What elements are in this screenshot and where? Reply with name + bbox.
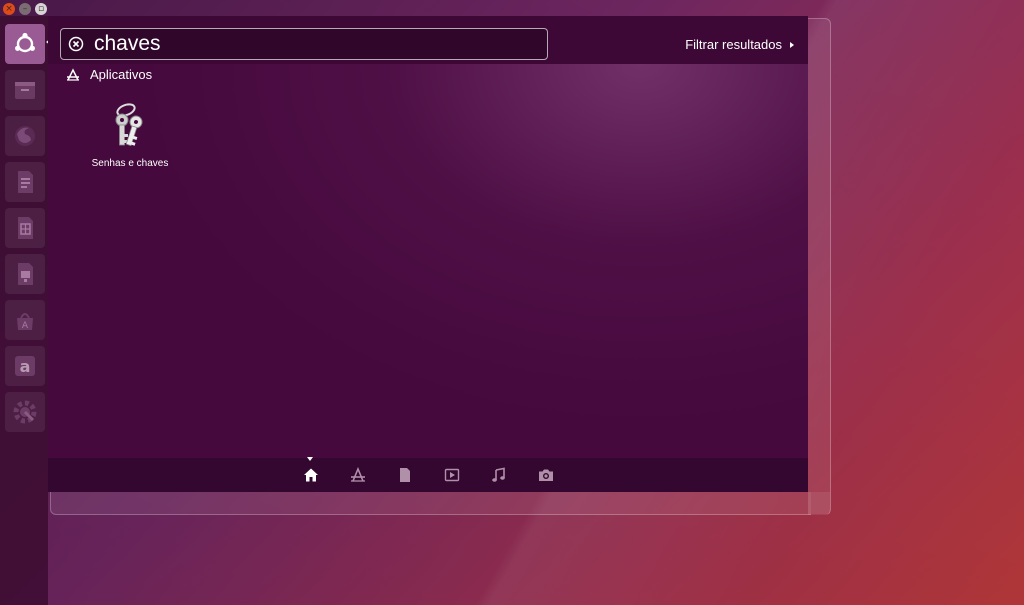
minimize-window-button[interactable]: – <box>19 3 31 15</box>
launcher-item-impress[interactable] <box>5 254 45 294</box>
filter-results-label: Filtrar resultados <box>685 37 782 52</box>
ubuntu-logo-icon <box>15 32 35 53</box>
applications-category-icon <box>67 67 79 81</box>
keys-icon <box>115 103 143 147</box>
category-header-applications: Aplicativos <box>66 67 152 82</box>
minimize-icon: – <box>22 4 28 14</box>
launcher-item-system-settings[interactable] <box>5 392 45 432</box>
clear-icon <box>68 36 84 52</box>
launcher-item-files[interactable] <box>5 70 45 110</box>
dash-frame-bottom <box>50 492 811 515</box>
amazon-icon: a <box>15 356 35 376</box>
active-lens-indicator <box>307 457 313 461</box>
launcher: A a <box>0 16 48 605</box>
launcher-item-dash[interactable] <box>5 24 45 64</box>
dash-frame-right <box>808 18 831 515</box>
result-item-label: Senhas e chaves <box>91 158 169 169</box>
applications-icon <box>351 467 365 482</box>
dash-panel: chaves Filtrar resultados Aplicativos Se… <box>48 16 808 492</box>
lens-music[interactable] <box>490 466 508 484</box>
lens-home[interactable] <box>302 466 320 484</box>
writer-icon <box>18 171 33 193</box>
video-icon <box>444 468 460 482</box>
impress-icon <box>18 263 33 285</box>
triangle-right-icon <box>790 41 794 48</box>
close-window-button[interactable]: × <box>3 3 15 15</box>
launcher-item-writer[interactable] <box>5 162 45 202</box>
category-title: Aplicativos <box>90 67 153 82</box>
result-item[interactable]: Senhas e chaves <box>88 100 172 169</box>
launcher-item-calc[interactable] <box>5 208 45 248</box>
close-icon: × <box>5 4 13 14</box>
files-lens-icon <box>400 468 410 482</box>
filter-results-button[interactable]: Filtrar resultados <box>685 37 794 52</box>
software-center-icon: A <box>17 313 33 331</box>
firefox-icon <box>15 126 35 146</box>
svg-text:a: a <box>20 357 31 376</box>
lens-files[interactable] <box>396 466 414 484</box>
search-input[interactable]: chaves <box>60 28 548 60</box>
files-icon <box>15 82 35 99</box>
launcher-item-software-center[interactable]: A <box>5 300 45 340</box>
lens-photos[interactable] <box>537 466 555 484</box>
photos-icon <box>539 469 553 481</box>
search-query: chaves <box>94 32 161 55</box>
calc-icon <box>18 217 33 239</box>
lens-applications[interactable] <box>349 466 367 484</box>
lens-bar <box>48 458 808 492</box>
system-settings-icon <box>13 400 37 424</box>
svg-text:A: A <box>22 321 29 331</box>
music-icon <box>492 467 505 482</box>
launcher-item-firefox[interactable] <box>5 116 45 156</box>
dash-frame-corner <box>808 492 830 514</box>
launcher-item-amazon[interactable]: a <box>5 346 45 386</box>
maximize-icon: ▫ <box>37 4 45 14</box>
maximize-window-button[interactable]: ▫ <box>35 3 47 15</box>
home-icon <box>304 468 318 482</box>
lens-video[interactable] <box>443 466 461 484</box>
clear-search-button[interactable] <box>68 36 84 52</box>
